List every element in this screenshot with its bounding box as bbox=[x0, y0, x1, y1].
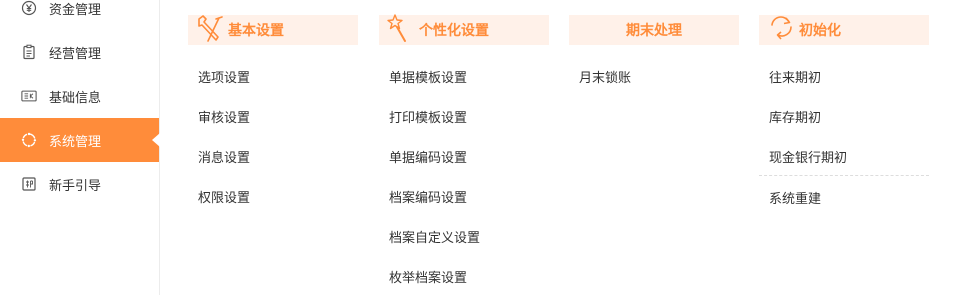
column-header: 基本设置 bbox=[188, 15, 358, 45]
column-title: 基本设置 bbox=[228, 22, 284, 38]
menu-item-stock-initial[interactable]: 库存期初 bbox=[769, 107, 821, 126]
yen-icon bbox=[21, 0, 37, 16]
sidebar-item-fund[interactable]: 资金管理 bbox=[0, 0, 159, 30]
sidebar-item-label: 经营管理 bbox=[49, 45, 102, 61]
sidebar-item-label: 系统管理 bbox=[49, 133, 102, 149]
wrench-icon bbox=[196, 13, 226, 48]
divider bbox=[759, 175, 929, 176]
menu-item-options[interactable]: 选项设置 bbox=[198, 67, 250, 86]
sidebar-item-basic-info[interactable]: 基础信息 bbox=[0, 74, 159, 118]
sidebar-item-label: 基础信息 bbox=[49, 89, 102, 105]
menu-item-doc-template[interactable]: 单据模板设置 bbox=[389, 67, 467, 86]
column-title: 个性化设置 bbox=[419, 22, 489, 38]
id-card-icon bbox=[21, 88, 37, 104]
column-header: 期末处理 bbox=[569, 15, 739, 45]
menu-item-audit[interactable]: 审核设置 bbox=[198, 107, 250, 126]
sidebar-item-guide[interactable]: 新手引导 bbox=[0, 162, 159, 206]
menu-item-doc-code[interactable]: 单据编码设置 bbox=[389, 147, 467, 166]
menu-item-message[interactable]: 消息设置 bbox=[198, 147, 250, 166]
sidebar-item-label: 资金管理 bbox=[49, 1, 102, 17]
column-title: 初始化 bbox=[799, 22, 841, 38]
sidebar-item-label: 新手引导 bbox=[49, 177, 102, 193]
settings-icon bbox=[21, 132, 37, 148]
menu-item-cash-bank-initial[interactable]: 现金银行期初 bbox=[769, 147, 847, 166]
column-initialization: 初始化 往来期初 库存期初 现金银行期初 系统重建 bbox=[759, 15, 929, 206]
menu-item-archive-custom[interactable]: 档案自定义设置 bbox=[389, 227, 480, 246]
sidebar-item-system[interactable]: 系统管理 bbox=[0, 118, 160, 162]
sidebar: 资金管理 经营管理 基础信息 系统管理 新手引导 bbox=[0, 0, 160, 295]
menu-item-month-lock[interactable]: 月末锁账 bbox=[579, 67, 631, 86]
menu-item-archive-code[interactable]: 档案编码设置 bbox=[389, 187, 467, 206]
menu-item-print-template[interactable]: 打印模板设置 bbox=[389, 107, 467, 126]
menu-item-ar-ap-initial[interactable]: 往来期初 bbox=[769, 67, 821, 86]
menu-item-enum-archive[interactable]: 枚举档案设置 bbox=[389, 267, 467, 286]
menu-item-system-rebuild[interactable]: 系统重建 bbox=[769, 188, 821, 207]
refresh-icon bbox=[767, 13, 797, 48]
star-wand-icon bbox=[387, 13, 417, 48]
column-basic-settings: 基本设置 选项设置 审核设置 消息设置 权限设置 bbox=[188, 15, 358, 205]
column-header: 初始化 bbox=[759, 15, 929, 45]
menu-item-permission[interactable]: 权限设置 bbox=[198, 187, 250, 206]
column-personalization: 个性化设置 单据模板设置 打印模板设置 单据编码设置 档案编码设置 档案自定义设… bbox=[379, 13, 549, 285]
sidebar-item-business[interactable]: 经营管理 bbox=[0, 30, 159, 74]
settings-panel: 基本设置 选项设置 审核设置 消息设置 权限设置 个性化设置 单据模板设置 打印… bbox=[160, 0, 977, 295]
clipboard-icon bbox=[21, 44, 37, 60]
guide-icon bbox=[21, 176, 37, 192]
column-period-end: 期末处理 月末锁账 bbox=[569, 15, 739, 85]
column-title: 期末处理 bbox=[626, 22, 682, 38]
column-header: 个性化设置 bbox=[379, 13, 549, 48]
